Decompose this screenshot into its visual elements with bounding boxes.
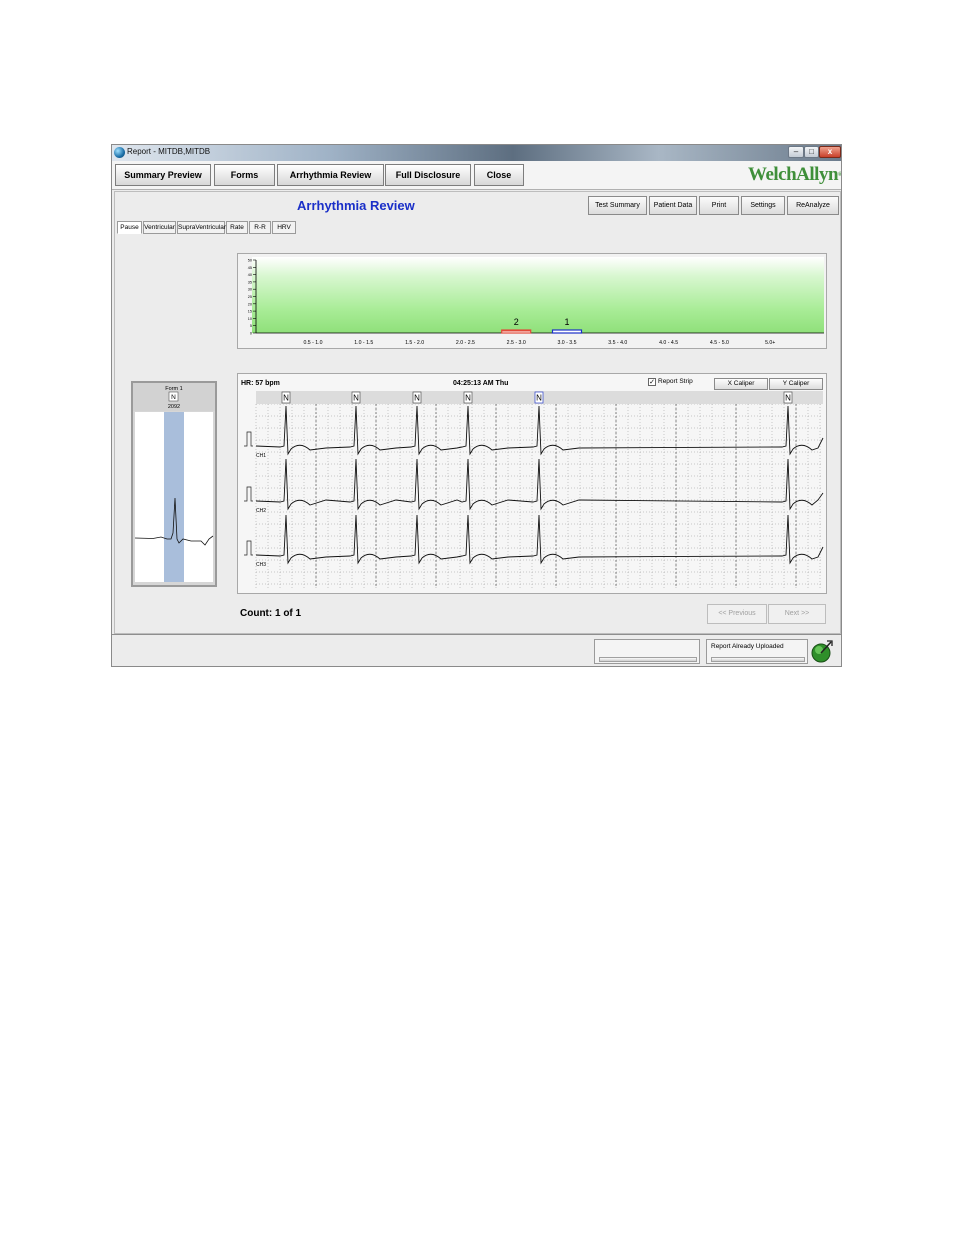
ecg-grid <box>255 403 823 588</box>
ecg-strip[interactable]: N N N N N N CH1 CH2 CH3 <box>238 374 826 593</box>
app-globe-icon <box>114 147 125 158</box>
window-title: Report - MITDB,MITDB <box>127 147 211 156</box>
beat-marker-label: N <box>785 394 791 403</box>
welch-allyn-logo: WelchAllyn® <box>748 164 842 185</box>
beat-marker-label: N <box>536 394 542 403</box>
x-tick-label: 5.0+ <box>765 340 775 346</box>
x-tick-label: 2.5 - 3.0 <box>507 340 526 346</box>
channel-label: CH3 <box>256 562 266 568</box>
x-tick-label: 1.0 - 1.5 <box>354 340 373 346</box>
calibration-pulse <box>244 540 253 556</box>
forms-button[interactable]: Forms <box>214 164 275 186</box>
minimize-button[interactable]: – <box>788 146 804 158</box>
y-tick-label: 50 <box>248 259 252 263</box>
status-cell-message: Report Already Uploaded <box>706 639 808 664</box>
status-cell-progress <box>594 639 700 664</box>
arrhythmia-review-button[interactable]: Arrhythmia Review <box>277 164 384 186</box>
x-tick-label: 2.0 - 2.5 <box>456 340 475 346</box>
form-label: N <box>171 394 176 401</box>
channel-label: CH2 <box>256 508 266 514</box>
x-tick-label: 4.5 - 5.0 <box>710 340 729 346</box>
x-tick-label: 0.5 - 1.0 <box>303 340 322 346</box>
settings-button[interactable]: Settings <box>741 196 785 215</box>
full-disclosure-button[interactable]: Full Disclosure <box>385 164 471 186</box>
beat-marker-label: N <box>414 394 420 403</box>
progress-bar <box>599 657 697 662</box>
beat-marker-label: N <box>283 394 289 403</box>
y-tick-label: 0 <box>250 332 252 336</box>
print-button[interactable]: Print <box>699 196 739 215</box>
upload-progress-bar <box>711 657 805 662</box>
title-bar: Report - MITDB,MITDB – □ x <box>112 145 841 161</box>
pause-histogram: 50 45 40 35 30 25 20 15 10 5 0 0.5 - 1.0 1.0 - 1.5 1.… <box>237 253 827 349</box>
next-button[interactable]: Next >> <box>768 604 826 624</box>
x-tick-label: 3.5 - 4.0 <box>608 340 627 346</box>
y-tick-label: 25 <box>248 295 252 299</box>
bar-data-label: 2 <box>514 317 519 327</box>
y-tick-label: 10 <box>248 317 252 321</box>
form-template-view[interactable]: Form 1 N 2092 <box>133 383 215 585</box>
ecg-strip-panel: HR: 57 bpm 04:25:13 AM Thu ✓ Report Stri… <box>237 373 827 594</box>
close-button[interactable]: Close <box>474 164 524 186</box>
beat-marker-label: N <box>465 394 471 403</box>
status-bar: Report Already Uploaded <box>112 634 841 666</box>
maximize-button[interactable]: □ <box>804 146 819 158</box>
patient-data-button[interactable]: Patient Data <box>649 196 697 215</box>
beat-marker-label: N <box>353 394 359 403</box>
histogram-bar <box>551 329 583 334</box>
summary-preview-button[interactable]: Summary Preview <box>115 164 211 186</box>
x-tick-label: 3.0 - 3.5 <box>557 340 576 346</box>
previous-button[interactable]: << Previous <box>707 604 767 624</box>
ecg-trace <box>255 405 824 456</box>
x-tick-label: 1.5 - 2.0 <box>405 340 424 346</box>
y-tick-label: 30 <box>248 288 252 292</box>
content-panel: Arrhythmia Review Test Summary Patient D… <box>114 191 841 634</box>
calibration-pulse <box>244 486 253 502</box>
test-summary-button[interactable]: Test Summary <box>588 196 647 215</box>
form-highlight-band <box>164 412 184 582</box>
y-tick-label: 5 <box>250 324 252 328</box>
y-tick-label: 20 <box>248 302 252 306</box>
status-message: Report Already Uploaded <box>711 643 784 650</box>
calibration-pulse <box>244 431 253 447</box>
y-tick-label: 35 <box>248 280 252 284</box>
y-tick-label: 15 <box>248 310 252 314</box>
histogram-chart: 504540353025201510500.5 - 1.0 1.0 - 1.5 1.… <box>248 259 824 346</box>
tab-ventricular[interactable]: Ventricular <box>143 221 176 234</box>
x-tick-label: 4.0 - 4.5 <box>659 340 678 346</box>
main-toolbar: Summary Preview Forms Arrhythmia Review … <box>112 161 841 190</box>
form-title: Form 1 <box>165 386 182 392</box>
tab-pause[interactable]: Pause <box>117 221 142 234</box>
close-window-button[interactable]: x <box>819 146 841 158</box>
report-window: Report - MITDB,MITDB – □ x Summary Previ… <box>111 144 842 667</box>
upload-status-icon <box>811 640 833 663</box>
page-title: Arrhythmia Review <box>297 198 415 213</box>
reanalyze-button[interactable]: ReAnalyze <box>787 196 839 215</box>
tab-hrv[interactable]: HRV <box>272 221 296 234</box>
tab-rr[interactable]: R-R <box>249 221 271 234</box>
y-tick-label: 45 <box>248 266 252 270</box>
channel-label: CH1 <box>256 453 266 459</box>
histogram-bar-fill <box>501 330 531 332</box>
tab-rate[interactable]: Rate <box>226 221 248 234</box>
y-tick-label: 40 <box>248 273 252 277</box>
form-panel: Form 1 N 2092 <box>131 381 217 587</box>
tab-supraventricular[interactable]: SupraVentricular <box>177 221 226 234</box>
ecg-trace <box>255 458 824 511</box>
bar-data-label: 1 <box>564 317 569 327</box>
event-count: Count: 1 of 1 <box>240 608 302 619</box>
form-count: 2092 <box>168 404 180 410</box>
ecg-trace <box>255 514 824 565</box>
